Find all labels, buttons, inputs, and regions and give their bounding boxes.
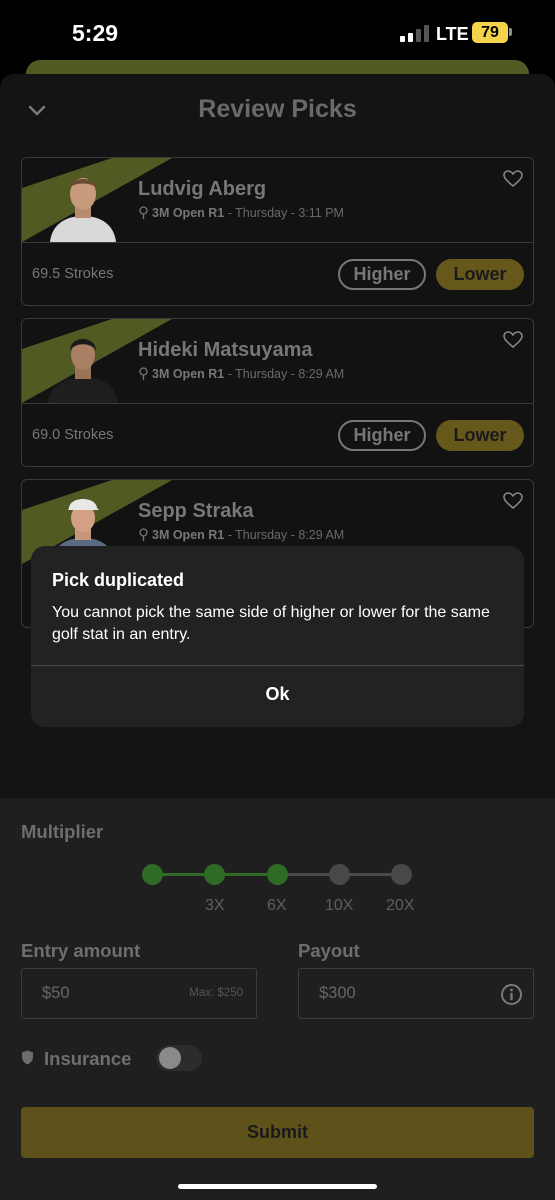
- tournament-name: 3M Open R1: [152, 367, 225, 381]
- game-info: 3M Open R1 - Thursday - 8:29 AM: [138, 528, 344, 542]
- multiplier-tick: 3X: [205, 897, 225, 914]
- toggle-knob: [159, 1047, 181, 1069]
- heart-icon[interactable]: [503, 492, 523, 510]
- golf-pin-icon: [139, 206, 148, 219]
- game-info: 3M Open R1 - Thursday - 3:11 PM: [138, 206, 344, 220]
- player-name: Ludvig Aberg: [138, 178, 267, 200]
- game-time: - Thursday - 8:29 AM: [224, 528, 345, 542]
- multiplier-step[interactable]: [204, 864, 225, 885]
- signal-icon: [400, 25, 430, 42]
- stat-line: 69.5 Strokes: [32, 266, 114, 282]
- pick-duplicated-dialog: Pick duplicated You cannot pick the same…: [31, 546, 524, 727]
- multiplier-step[interactable]: [142, 864, 163, 885]
- battery-icon: 79: [472, 22, 508, 43]
- payout-label: Payout: [298, 940, 360, 961]
- battery-tip: [509, 28, 512, 36]
- higher-button[interactable]: Higher: [338, 259, 426, 290]
- pick-card: Ludvig Aberg 3M Open R1 - Thursday - 3:1…: [21, 157, 534, 306]
- tournament-name: 3M Open R1: [152, 528, 225, 542]
- entry-amount-label: Entry amount: [21, 940, 141, 961]
- golf-pin-icon: [139, 367, 148, 380]
- shield-icon: [22, 1050, 33, 1065]
- tournament-name: 3M Open R1: [152, 206, 225, 220]
- multiplier-tick: 10X: [325, 897, 354, 914]
- multiplier-label: Multiplier: [21, 821, 104, 842]
- entry-amount-value: $50: [42, 984, 70, 1002]
- game-time: - Thursday - 8:29 AM: [224, 367, 345, 381]
- insurance-label: Insurance: [44, 1048, 132, 1069]
- payout-value: $300: [319, 984, 356, 1002]
- card-divider: [22, 242, 533, 243]
- status-time: 5:29: [72, 20, 119, 46]
- ok-button[interactable]: Ok: [31, 666, 524, 727]
- info-icon[interactable]: [500, 983, 523, 1006]
- heart-icon[interactable]: [503, 331, 523, 349]
- dialog-title: Pick duplicated: [52, 570, 185, 590]
- home-indicator: [178, 1184, 377, 1189]
- game-info: 3M Open R1 - Thursday - 8:29 AM: [138, 367, 344, 381]
- lower-button[interactable]: Lower: [436, 420, 524, 451]
- lower-button[interactable]: Lower: [436, 259, 524, 290]
- higher-button[interactable]: Higher: [338, 420, 426, 451]
- game-time: - Thursday - 3:11 PM: [224, 206, 344, 220]
- submit-button[interactable]: Submit: [21, 1107, 534, 1158]
- page-title: Review Picks: [198, 95, 357, 123]
- player-avatar: [50, 178, 116, 242]
- payout-field: $300: [298, 968, 534, 1019]
- player-name: Hideki Matsuyama: [138, 339, 313, 361]
- player-avatar: [48, 339, 118, 403]
- multiplier-step[interactable]: [329, 864, 350, 885]
- multiplier-step[interactable]: [391, 864, 412, 885]
- card-divider: [22, 403, 533, 404]
- network-type: LTE: [436, 24, 469, 44]
- dialog-message: You cannot pick the same side of higher …: [52, 604, 490, 643]
- multiplier-tick: 6X: [267, 897, 287, 914]
- multiplier-tick: 20X: [386, 897, 415, 914]
- entry-max-hint: Max: $250: [189, 987, 243, 999]
- player-name: Sepp Straka: [138, 500, 254, 522]
- heart-icon[interactable]: [503, 170, 523, 188]
- multiplier-step[interactable]: [267, 864, 288, 885]
- pick-card: Hideki Matsuyama 3M Open R1 - Thursday -…: [21, 318, 534, 467]
- stat-line: 69.0 Strokes: [32, 427, 114, 443]
- entry-amount-field[interactable]: $50 Max: $250: [21, 968, 257, 1019]
- insurance-toggle[interactable]: [156, 1045, 202, 1071]
- golf-pin-icon: [139, 528, 148, 541]
